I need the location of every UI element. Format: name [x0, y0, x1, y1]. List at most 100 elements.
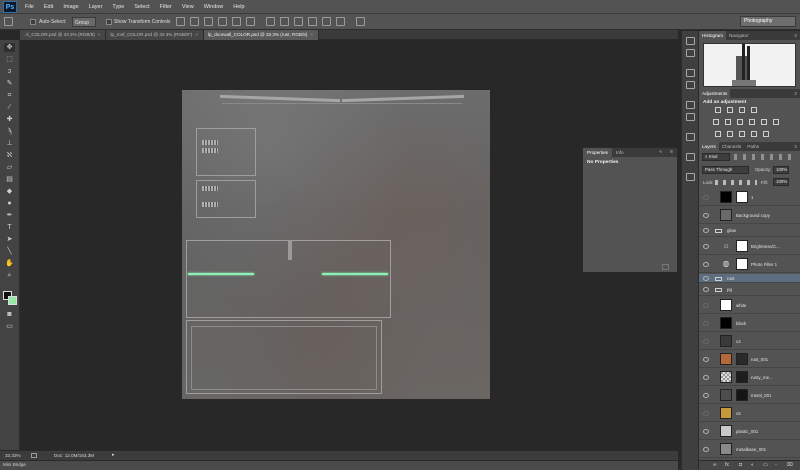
channel-mixer-icon[interactable]	[773, 119, 779, 125]
hand-tool-icon[interactable]: ✋	[4, 259, 15, 268]
folder-icon[interactable]	[715, 276, 722, 281]
distribute-hcenter-icon[interactable]	[322, 17, 331, 26]
curves-icon[interactable]	[739, 107, 745, 113]
zoom-level[interactable]: 33.33%	[5, 453, 21, 458]
visibility-eye-icon[interactable]	[703, 356, 709, 362]
document-info[interactable]: Doc: 12.0M/163.3M	[54, 453, 94, 458]
document-tab-active[interactable]: lp_doorwall_COLOR.psd @ 33.3% (rust, RGB…	[203, 30, 320, 40]
tab-channels[interactable]: Channels	[719, 142, 744, 151]
layer-name[interactable]: rust_001	[751, 357, 768, 362]
mini-bridge-panel[interactable]: Mini Bridge	[0, 460, 678, 470]
layer-name[interactable]: Photo Filter 1	[751, 262, 777, 267]
tab-properties[interactable]: Properties	[583, 148, 612, 157]
align-top-icon[interactable]	[176, 17, 185, 26]
layer-name[interactable]: c4	[736, 339, 741, 344]
auto-select-checkbox[interactable]	[30, 19, 36, 25]
visibility-eye-icon[interactable]	[703, 228, 709, 233]
layer-mask-thumbnail[interactable]	[736, 371, 748, 383]
tab-histogram[interactable]: Histogram	[699, 31, 726, 40]
black-white-icon[interactable]	[749, 119, 755, 125]
layer-filter-icons[interactable]	[734, 154, 794, 160]
align-hcenter-icon[interactable]	[232, 17, 241, 26]
visibility-eye-icon[interactable]	[703, 428, 709, 434]
quick-mask-icon[interactable]: ◙	[4, 310, 15, 319]
distribute-right-icon[interactable]	[336, 17, 345, 26]
status-menu-arrow-icon[interactable]: ▸	[112, 452, 115, 458]
visibility-eye-icon[interactable]	[703, 320, 709, 326]
layer-row[interactable]: ◍ Photo Filter 1	[699, 256, 800, 273]
dodge-tool-icon[interactable]: ●	[4, 199, 15, 208]
trash-icon[interactable]	[662, 264, 669, 270]
line-tool-icon[interactable]: ╲	[4, 247, 15, 256]
type-tool-icon[interactable]: T	[4, 223, 15, 232]
layer-row[interactable]: black	[699, 315, 800, 332]
document-tab[interactable]: lp_roof_COLOR.psd @ 33.3% (RGB/8*) ×	[106, 30, 204, 40]
path-selection-tool-icon[interactable]: ➤	[4, 235, 15, 244]
document-canvas[interactable]	[182, 90, 490, 399]
distribute-bottom-icon[interactable]	[294, 17, 303, 26]
posterize-icon[interactable]	[727, 131, 733, 137]
close-icon[interactable]: ×	[310, 32, 313, 37]
clone-stamp-tool-icon[interactable]: ⊥	[4, 139, 15, 148]
distribute-vcenter-icon[interactable]	[280, 17, 289, 26]
show-transform-checkbox[interactable]	[106, 19, 112, 25]
visibility-eye-icon[interactable]	[703, 275, 709, 281]
gradient-tool-icon[interactable]: ▤	[4, 175, 15, 184]
layer-row[interactable]: metalbase_001	[699, 441, 800, 458]
layer-row[interactable]: metal_001	[699, 387, 800, 404]
menu-filter[interactable]: Filter	[155, 0, 177, 14]
opacity-input[interactable]: 100%	[773, 166, 789, 174]
link-layers-icon[interactable]: ∞	[713, 462, 717, 468]
eyedropper-tool-icon[interactable]: ⁄	[4, 103, 15, 112]
invert-icon[interactable]	[715, 131, 721, 137]
crop-tool-icon[interactable]: ⌗	[4, 91, 15, 100]
layer-name[interactable]: black	[736, 321, 746, 326]
visibility-eye-icon[interactable]	[703, 194, 709, 200]
visibility-eye-icon[interactable]	[703, 446, 709, 452]
align-right-icon[interactable]	[246, 17, 255, 26]
distribute-left-icon[interactable]	[308, 17, 317, 26]
move-tool-icon[interactable]: ✥	[4, 43, 15, 52]
visibility-eye-icon[interactable]	[703, 212, 709, 218]
history-panel-icon[interactable]	[686, 37, 695, 45]
menu-select[interactable]: Select	[129, 0, 154, 14]
menu-help[interactable]: Help	[228, 0, 249, 14]
brightness-contrast-icon[interactable]	[715, 107, 721, 113]
layer-row[interactable]: white	[699, 297, 800, 314]
layer-row[interactable]: pg	[699, 284, 800, 296]
threshold-icon[interactable]	[739, 131, 745, 137]
visibility-eye-icon[interactable]	[703, 338, 709, 344]
layer-name[interactable]: c5	[736, 411, 741, 416]
levels-icon[interactable]	[727, 107, 733, 113]
layer-name[interactable]: white	[736, 303, 746, 308]
layer-mask-thumbnail[interactable]	[736, 258, 748, 270]
layer-mask-thumbnail[interactable]	[736, 240, 748, 252]
layer-name[interactable]: plastic_001	[736, 429, 758, 434]
mini-bridge-tab[interactable]: Mini Bridge	[3, 462, 26, 467]
actions-panel-icon[interactable]	[686, 49, 695, 57]
layer-mask-thumbnail[interactable]	[736, 353, 748, 365]
tab-layers[interactable]: Layers	[699, 142, 719, 151]
layer-row[interactable]: rust	[699, 274, 800, 283]
layer-row[interactable]: Background copy	[699, 207, 800, 224]
hue-saturation-icon[interactable]	[725, 119, 731, 125]
auto-align-icon[interactable]	[356, 17, 365, 26]
tab-navigator[interactable]: Navigator	[726, 31, 752, 40]
layer-filter-dropdown[interactable]: ⌕ Kind	[702, 153, 730, 161]
menu-edit[interactable]: Edit	[39, 0, 58, 14]
menu-file[interactable]: File	[20, 0, 39, 14]
layer-name[interactable]: metalbase_001	[736, 447, 766, 452]
layer-name[interactable]: glow	[727, 228, 736, 233]
new-group-icon[interactable]: ▭	[763, 462, 768, 468]
layer-name[interactable]: rust	[727, 276, 734, 281]
layer-name[interactable]: Brightness/C...	[751, 244, 780, 249]
lasso-tool-icon[interactable]: ↄ	[4, 67, 15, 76]
layer-name[interactable]: Background copy	[736, 213, 770, 218]
close-icon[interactable]: ×	[98, 32, 101, 37]
eraser-tool-icon[interactable]: ▱	[4, 163, 15, 172]
visibility-eye-icon[interactable]	[703, 287, 709, 292]
lock-icons[interactable]	[715, 180, 757, 185]
brush-tool-icon[interactable]: ϡ	[4, 127, 15, 136]
menu-layer[interactable]: Layer	[84, 0, 108, 14]
layer-name[interactable]: 1	[751, 195, 753, 200]
